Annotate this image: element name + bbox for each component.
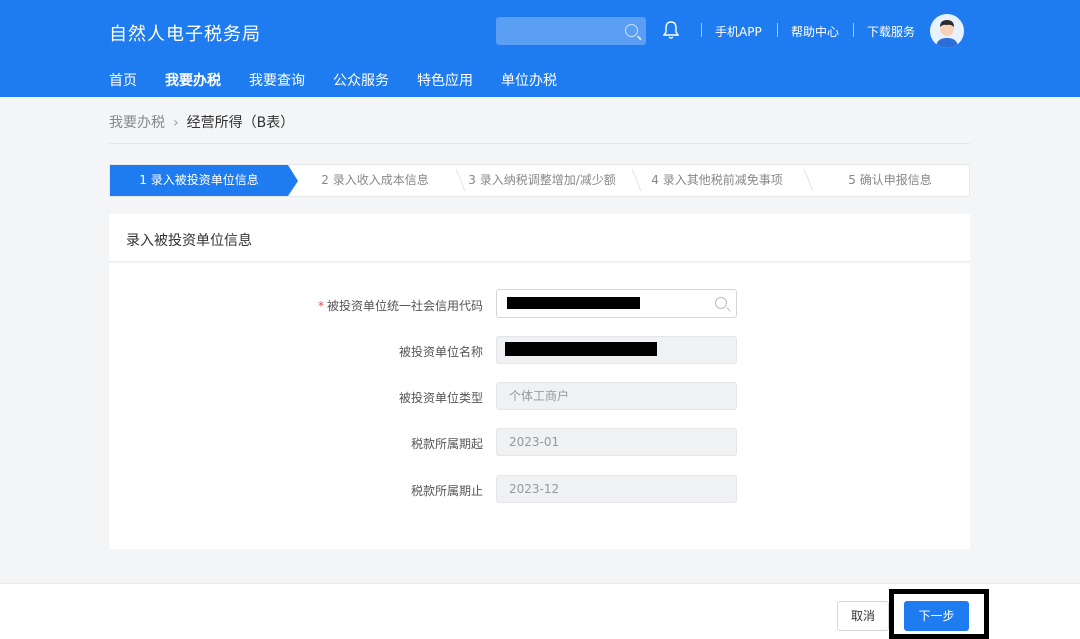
- step-arrow-icon: [288, 165, 298, 196]
- unit-name-field: [496, 336, 737, 364]
- period-start-field: 2023-01: [496, 428, 737, 456]
- site-logo[interactable]: 自然人电子税务局: [109, 20, 261, 46]
- period-end-label: 税款所属期止: [410, 484, 483, 498]
- breadcrumb-current: 经营所得（B表）: [186, 115, 295, 131]
- search-input[interactable]: [496, 17, 646, 45]
- chevron-right-icon: ›: [173, 115, 179, 131]
- divider: [109, 143, 970, 144]
- nav-special-apps[interactable]: 特色应用: [417, 70, 473, 90]
- step-3: 3 录入纳税调整增加/减少额: [468, 173, 616, 187]
- main-nav: 首页 我要办税 我要查询 公众服务 特色应用 单位办税: [109, 70, 585, 90]
- step-progress: 1 录入被投资单位信息 2 录入收入成本信息 3 录入纳税调整增加/减少额 4 …: [109, 164, 970, 197]
- period-start-label: 税款所属期起: [410, 437, 483, 451]
- redacted-value: [505, 342, 657, 356]
- breadcrumb-parent[interactable]: 我要办税: [109, 115, 165, 131]
- search-icon[interactable]: [625, 24, 638, 37]
- step-4: 4 录入其他税前减免事项: [651, 173, 783, 187]
- download-link[interactable]: 下载服务: [867, 23, 915, 40]
- step-2: 2 录入收入成本信息: [321, 173, 429, 187]
- form-panel-header: 录入被投资单位信息: [109, 214, 970, 262]
- breadcrumb: 我要办税 › 经营所得（B表）: [109, 112, 294, 132]
- credit-code-label: * 被投资单位统一社会信用代码: [183, 297, 483, 314]
- step-1: 1 录入被投资单位信息: [110, 165, 288, 196]
- header-divider: [777, 23, 778, 37]
- redacted-value: [507, 297, 640, 309]
- bell-icon[interactable]: [662, 20, 680, 40]
- cancel-button[interactable]: 取消: [837, 601, 889, 631]
- nav-query[interactable]: 我要查询: [249, 70, 305, 90]
- header-divider: [701, 23, 702, 37]
- unit-type-field: 个体工商户: [496, 382, 737, 410]
- unit-type-label: 被投资单位类型: [398, 391, 483, 405]
- mobile-app-link[interactable]: 手机APP: [715, 23, 762, 40]
- credit-code-input[interactable]: [496, 289, 737, 318]
- nav-home[interactable]: 首页: [109, 70, 137, 90]
- nav-unit-tax[interactable]: 单位办税: [501, 70, 557, 90]
- help-center-link[interactable]: 帮助中心: [791, 23, 839, 40]
- search-icon[interactable]: [715, 297, 727, 309]
- nav-tax-handling[interactable]: 我要办税: [165, 70, 221, 90]
- credit-code-label-text: 被投资单位统一社会信用代码: [326, 299, 483, 313]
- required-marker: *: [317, 299, 324, 313]
- user-avatar-icon: [930, 14, 964, 48]
- unit-name-label: 被投资单位名称: [398, 345, 483, 359]
- top-header: 自然人电子税务局 手机APP 帮助中心 下载服务 首页 我要办税 我要查询 公众…: [0, 0, 1080, 97]
- period-end-field: 2023-12: [496, 475, 737, 503]
- nav-public-service[interactable]: 公众服务: [333, 70, 389, 90]
- panel-title: 录入被投资单位信息: [126, 233, 252, 249]
- next-step-button[interactable]: 下一步: [904, 601, 969, 631]
- step-5: 5 确认申报信息: [848, 173, 932, 187]
- avatar[interactable]: [930, 14, 964, 48]
- header-divider: [853, 23, 854, 37]
